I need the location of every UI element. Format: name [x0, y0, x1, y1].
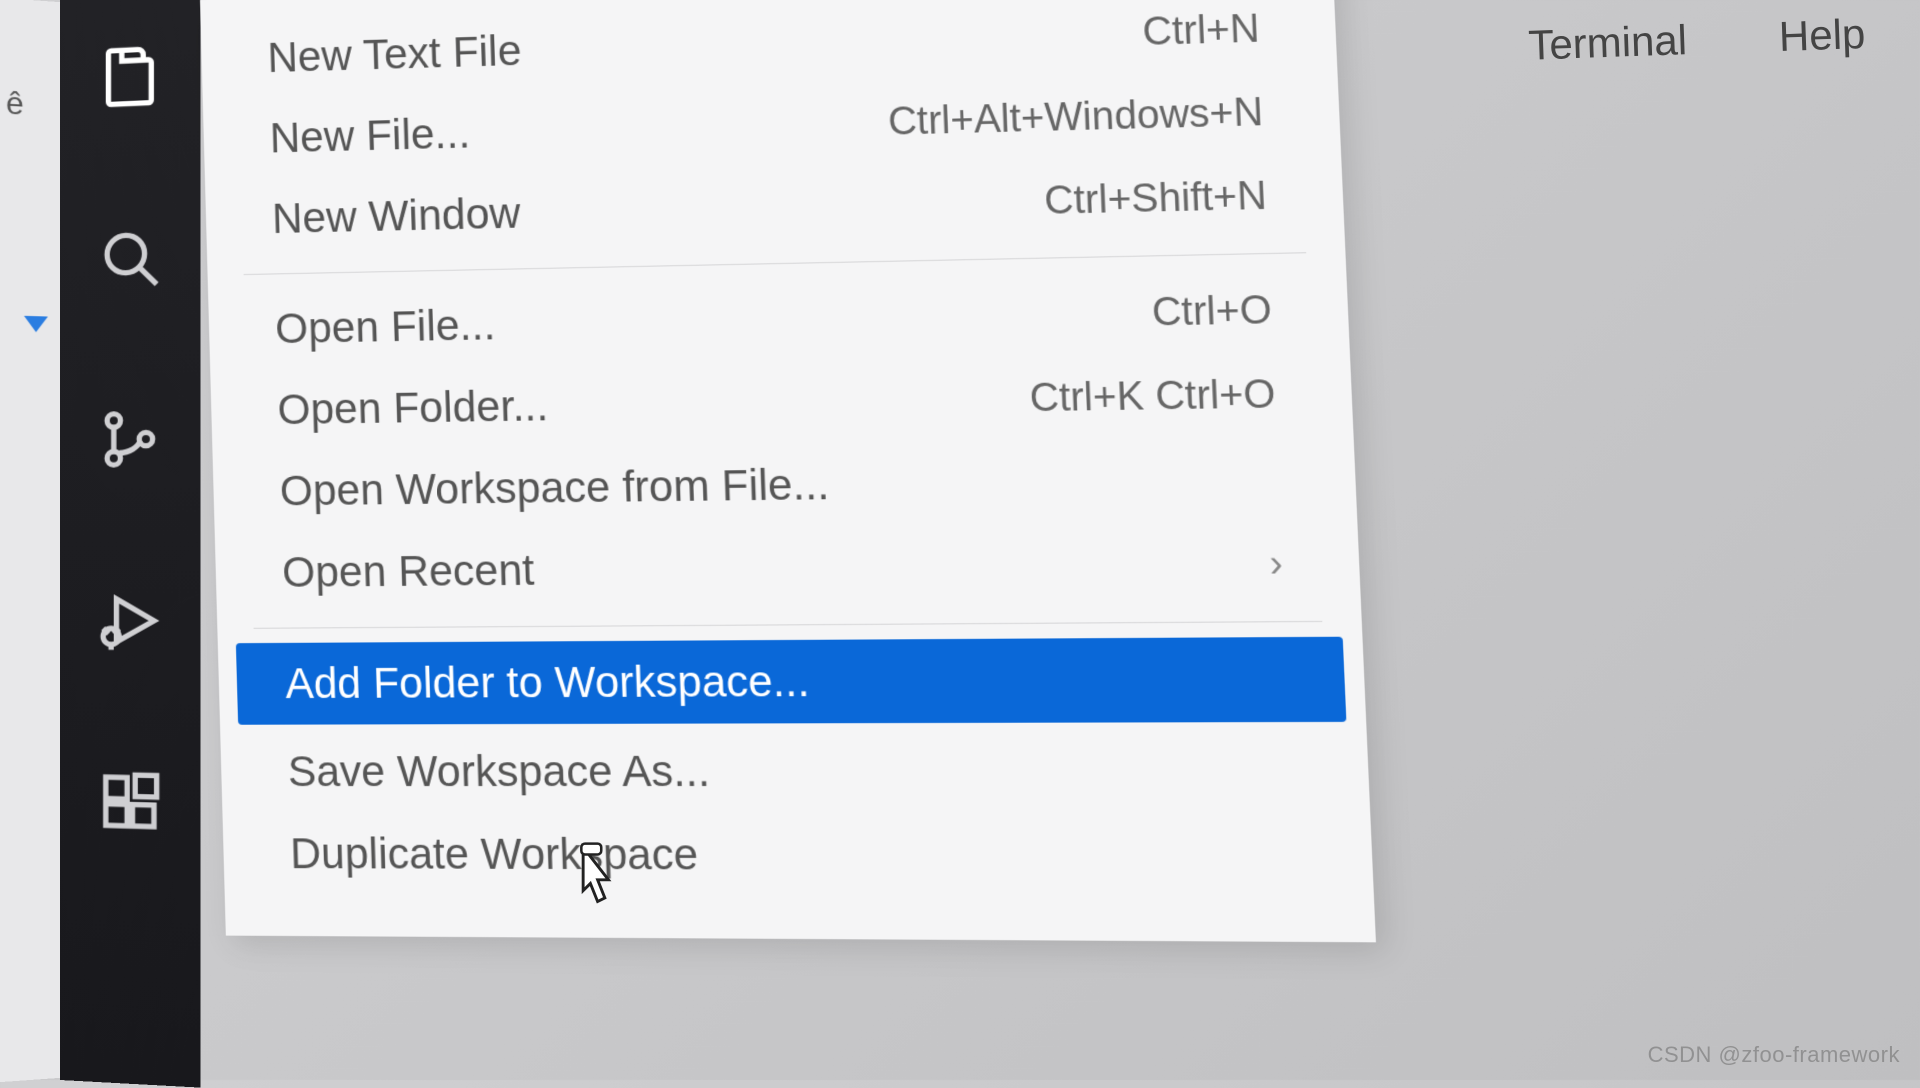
- menu-item-label: Save Workspace As...: [287, 746, 710, 796]
- source-control-icon[interactable]: [90, 398, 170, 479]
- menubar-help[interactable]: Help: [1762, 1, 1883, 69]
- menu-item-label: Open Recent: [282, 546, 536, 597]
- menu-item-shortcut: Ctrl+Alt+Windows+N: [887, 90, 1264, 144]
- menu-open-recent[interactable]: Open Recent ›: [215, 521, 1361, 614]
- menu-add-folder-to-workspace[interactable]: Add Folder to Workspace...: [236, 637, 1347, 725]
- edge-glyph: ê: [6, 85, 24, 123]
- menu-open-workspace-from-file[interactable]: Open Workspace from File...: [212, 436, 1357, 532]
- file-menu-dropdown: New Text File Ctrl+N New File... Ctrl+Al…: [200, 0, 1376, 942]
- menu-item-label: New Text File: [267, 26, 522, 82]
- menubar-terminal[interactable]: Terminal: [1511, 8, 1704, 79]
- menu-item-label: Open Folder...: [277, 381, 549, 434]
- explorer-icon[interactable]: [90, 34, 170, 118]
- breadcrumb-collapse-icon[interactable]: [24, 316, 48, 333]
- menu-save-workspace-as[interactable]: Save Workspace As...: [220, 728, 1370, 813]
- watermark-text: CSDN @zfoo-framework: [1648, 1042, 1900, 1068]
- extensions-icon[interactable]: [90, 761, 170, 844]
- menu-item-label: New File...: [269, 109, 471, 163]
- chevron-right-icon: ›: [1269, 542, 1284, 587]
- menu-item-shortcut: Ctrl+N: [1142, 7, 1261, 55]
- activity-bar: [60, 0, 201, 1088]
- menu-item-shortcut: Ctrl+K Ctrl+O: [1029, 372, 1277, 421]
- search-icon[interactable]: [90, 216, 170, 299]
- menu-item-label: Open Workspace from File...: [279, 460, 830, 516]
- menu-item-label: Duplicate Workspace: [290, 829, 699, 880]
- run-debug-icon[interactable]: [90, 580, 170, 661]
- menu-item-shortcut: Ctrl+Shift+N: [1043, 174, 1267, 224]
- menubar: Terminal Help: [1471, 0, 1920, 80]
- menu-item-label: Open File...: [275, 300, 496, 353]
- window-left-edge: ê: [0, 0, 60, 1082]
- menu-duplicate-workspace[interactable]: Duplicate Workspace: [222, 813, 1374, 900]
- menu-separator: [254, 621, 1323, 629]
- menu-item-label: Add Folder to Workspace...: [285, 657, 811, 709]
- menu-item-shortcut: Ctrl+O: [1151, 288, 1273, 335]
- menu-item-label: New Window: [271, 189, 521, 243]
